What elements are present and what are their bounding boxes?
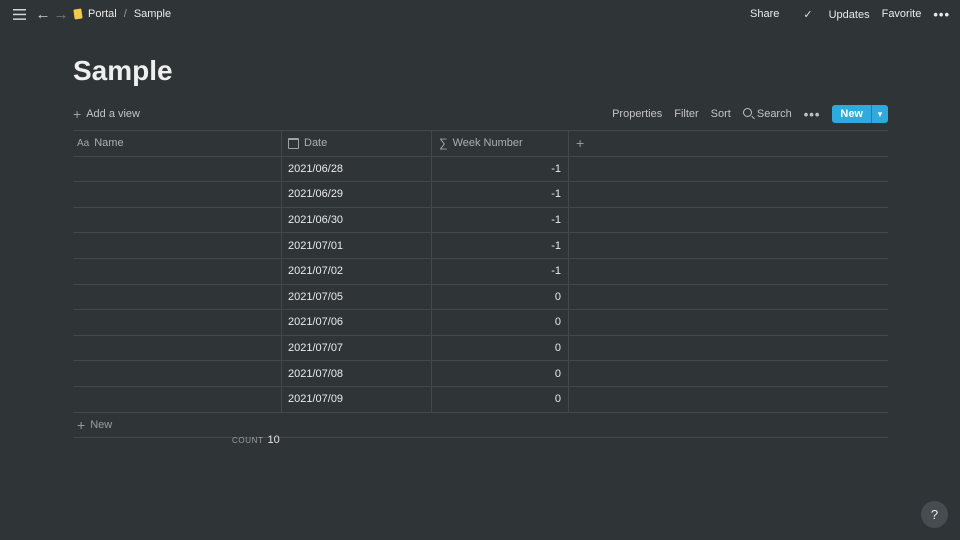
count-summary[interactable]: COUNT 10 [232, 434, 280, 446]
updates-label: Updates [828, 8, 870, 21]
cell-empty [569, 157, 888, 182]
share-button[interactable]: Share [750, 8, 779, 20]
cell-name[interactable] [73, 386, 282, 412]
cell-date[interactable]: 2021/07/06 [282, 310, 432, 335]
filter-button[interactable]: Filter [674, 108, 698, 120]
add-view-button[interactable]: Add a view [86, 108, 140, 120]
page-emoji-icon [73, 8, 83, 20]
column-date-label: Date [304, 137, 328, 150]
text-property-icon: Aa [77, 137, 90, 149]
plus-icon: + [77, 416, 86, 433]
cell-date[interactable]: 2021/07/01 [282, 233, 432, 258]
cell-empty [569, 336, 888, 361]
cell-date[interactable]: 2021/07/02 [282, 258, 432, 284]
cell-week-number[interactable]: -1 [432, 156, 569, 182]
cell-empty [569, 310, 888, 335]
cell-empty [569, 387, 888, 412]
check-icon: ✓ [803, 8, 813, 21]
help-button[interactable]: ? [921, 501, 948, 528]
cell-name[interactable] [73, 233, 282, 258]
properties-button[interactable]: Properties [612, 108, 662, 120]
cell-week-number[interactable]: -1 [432, 182, 569, 207]
cell-name[interactable] [73, 284, 282, 310]
chevron-down-icon[interactable]: ▾ [871, 105, 888, 123]
search-icon [742, 108, 752, 117]
table-row[interactable]: 2021/07/02 -1 [73, 258, 888, 285]
count-value: 10 [267, 434, 280, 446]
cell-empty [569, 259, 888, 284]
cell-empty [569, 285, 888, 310]
back-arrow-icon[interactable]: ← [34, 6, 52, 23]
cell-date[interactable]: 2021/07/05 [282, 284, 432, 310]
cell-week-number[interactable]: 0 [432, 310, 569, 335]
add-row-label: New [90, 418, 113, 431]
table-row[interactable]: 2021/07/01 -1 [73, 233, 888, 259]
view-more-icon[interactable]: ••• [804, 107, 821, 122]
column-header-date[interactable]: Date [282, 131, 432, 156]
cell-date[interactable]: 2021/06/28 [282, 156, 432, 182]
sort-button[interactable]: Sort [711, 108, 731, 120]
cell-empty [569, 182, 888, 207]
table-row[interactable]: 2021/06/28 -1 [73, 156, 888, 183]
cell-week-number[interactable]: 0 [432, 386, 569, 412]
cell-empty [569, 208, 888, 233]
cell-name[interactable] [73, 182, 282, 207]
cell-name[interactable] [73, 156, 282, 182]
plus-icon[interactable]: + [73, 106, 81, 122]
plus-icon: + [576, 135, 585, 152]
page-title[interactable]: Sample [73, 55, 173, 87]
cell-name[interactable] [73, 310, 282, 335]
table-row[interactable]: 2021/06/29 -1 [73, 182, 888, 208]
cell-date[interactable]: 2021/07/08 [282, 361, 432, 386]
cell-empty [569, 233, 888, 258]
cell-name[interactable] [73, 207, 282, 233]
cell-name[interactable] [73, 335, 282, 361]
count-label: COUNT [232, 436, 264, 445]
forward-arrow-icon[interactable]: → [52, 6, 70, 23]
cell-week-number[interactable]: -1 [432, 207, 569, 233]
table-header: Aa Name Date ∑ Week Number + [73, 130, 888, 157]
favorite-button[interactable]: Favorite [882, 8, 922, 20]
cell-name[interactable] [73, 258, 282, 284]
calendar-icon [288, 137, 299, 149]
more-options-icon[interactable]: ••• [933, 7, 950, 22]
table-row[interactable]: 2021/07/08 0 [73, 361, 888, 387]
search-label: Search [756, 108, 792, 120]
cell-week-number[interactable]: -1 [432, 233, 569, 258]
cell-date[interactable]: 2021/06/29 [282, 182, 432, 207]
cell-week-number[interactable]: 0 [432, 284, 569, 310]
table-row[interactable]: 2021/06/30 -1 [73, 207, 888, 234]
cell-empty [569, 361, 888, 386]
breadcrumb-page[interactable]: Sample [134, 8, 171, 20]
cell-date[interactable]: 2021/07/07 [282, 335, 432, 361]
view-toolbar: + Add a view Properties Filter Sort Sear… [73, 104, 888, 124]
column-name-label: Name [94, 137, 124, 150]
cell-week-number[interactable]: -1 [432, 258, 569, 284]
updates-button[interactable]: ✓ Updates [791, 8, 869, 21]
add-column-button[interactable]: + [569, 131, 888, 156]
breadcrumb-workspace[interactable]: Portal [88, 8, 117, 20]
breadcrumb-separator: / [123, 8, 127, 20]
cell-name[interactable] [73, 361, 282, 386]
cell-week-number[interactable]: 0 [432, 361, 569, 386]
column-header-name[interactable]: Aa Name [73, 131, 282, 156]
formula-icon: ∑ [439, 136, 448, 151]
search-button[interactable]: Search [742, 108, 792, 120]
table-row[interactable]: 2021/07/07 0 [73, 335, 888, 362]
cell-week-number[interactable]: 0 [432, 335, 569, 361]
cell-date[interactable]: 2021/06/30 [282, 207, 432, 233]
new-button-group: New ▾ [832, 105, 888, 123]
add-row-button[interactable]: + New [73, 413, 888, 438]
menu-icon[interactable] [10, 5, 28, 23]
table-row[interactable]: 2021/07/09 0 [73, 386, 888, 413]
column-header-week-number[interactable]: ∑ Week Number [432, 131, 569, 156]
new-button[interactable]: New [832, 105, 871, 123]
cell-date[interactable]: 2021/07/09 [282, 386, 432, 412]
column-week-label: Week Number [452, 137, 523, 150]
topbar: ← → Portal / Sample Share ✓ Updates Favor… [0, 0, 960, 28]
database-table: Aa Name Date ∑ Week Number + 2021/06/28 -1… [73, 130, 888, 438]
table-row[interactable]: 2021/07/05 0 [73, 284, 888, 311]
table-row[interactable]: 2021/07/06 0 [73, 310, 888, 336]
